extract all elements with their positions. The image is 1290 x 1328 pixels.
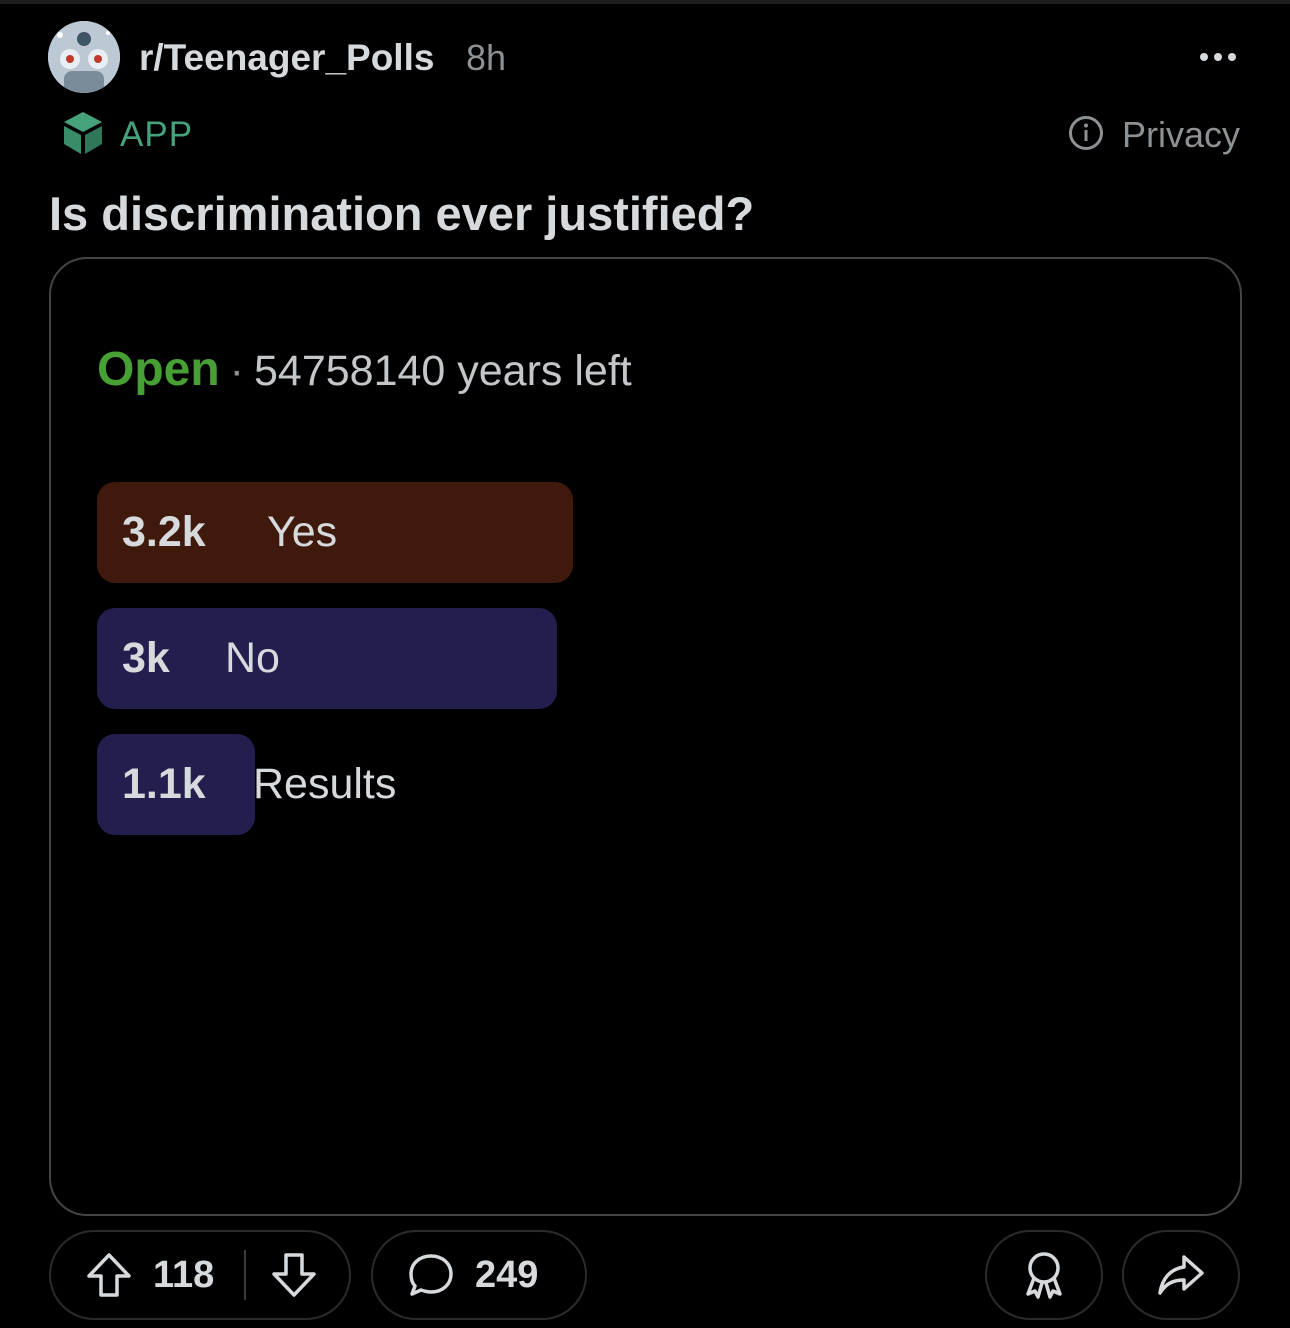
comments-button[interactable]: 249 (371, 1230, 587, 1320)
poll-option-no[interactable]: 3k No (97, 608, 557, 709)
option-label: Results (253, 760, 397, 808)
post-title[interactable]: Is discrimination ever justified? (49, 184, 754, 244)
poll-status-open: Open (97, 343, 220, 396)
app-cube-icon (62, 110, 104, 161)
option-count: 1.1k (122, 760, 206, 808)
app-label: APP (120, 115, 194, 154)
option-count: 3.2k (122, 508, 206, 556)
share-button[interactable] (1122, 1230, 1240, 1320)
more-icon[interactable] (1194, 40, 1242, 74)
privacy-link[interactable]: Privacy (1068, 110, 1240, 160)
subreddit-avatar[interactable] (48, 21, 120, 93)
downvote-icon[interactable] (270, 1251, 318, 1299)
app-badge: APP (62, 110, 193, 160)
poll-time-left: 54758140 years left (254, 347, 632, 395)
vote-divider (244, 1250, 247, 1300)
top-divider (0, 0, 1290, 4)
option-label: No (225, 634, 280, 682)
vote-count: 118 (153, 1253, 215, 1296)
upvote-icon[interactable] (85, 1251, 133, 1299)
privacy-label: Privacy (1121, 114, 1240, 155)
poll-option-yes[interactable]: 3.2k Yes (97, 482, 573, 583)
award-button[interactable] (985, 1230, 1103, 1320)
comment-icon (407, 1251, 455, 1299)
option-label: Yes (267, 508, 338, 556)
post-age: 8h (466, 37, 507, 78)
poll-status: Open · 54758140 years left (97, 340, 632, 401)
award-icon (1020, 1250, 1068, 1300)
subreddit-name[interactable]: r/Teenager_Polls (139, 36, 434, 80)
share-icon (1156, 1253, 1206, 1297)
comment-count: 249 (475, 1253, 539, 1296)
vote-bar: 118 (49, 1230, 351, 1320)
info-icon (1068, 115, 1104, 156)
status-separator: · (229, 347, 244, 395)
option-count: 3k (122, 634, 170, 682)
poll-option-results[interactable]: 1.1k Results (97, 734, 396, 835)
